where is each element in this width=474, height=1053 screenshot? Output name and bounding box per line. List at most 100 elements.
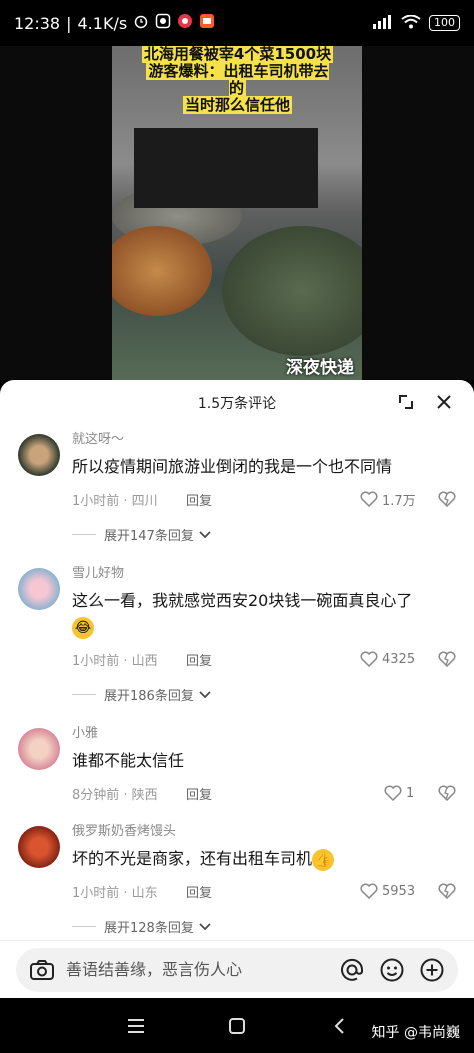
dislike-heart-icon (438, 491, 456, 507)
home-button[interactable] (225, 1014, 249, 1038)
expand-replies-button[interactable]: 展开186条回复 (72, 684, 456, 704)
comment-actions: 1.7万 (360, 490, 456, 509)
food-image (112, 226, 212, 316)
dislike-heart-icon (438, 651, 456, 667)
divider-line (72, 925, 96, 927)
comment-item: 就这呀～ 所以疫情期间旅游业倒闭的我是一个也不同情 1小时前 · 四川 回复 1… (0, 430, 474, 544)
comment-author[interactable]: 小雅 (72, 724, 456, 744)
comment-input-pill[interactable] (16, 947, 458, 992)
food-image (222, 226, 362, 356)
comment-meta: 8分钟前 · 陕西 回复 1 (72, 782, 456, 804)
chevron-down-icon (199, 923, 211, 931)
heart-icon (384, 785, 402, 801)
avatar[interactable] (18, 826, 60, 868)
alarm-icon (133, 13, 149, 33)
video-watermark: 深夜快递 (286, 358, 354, 378)
comment-text-body: 这么一看，我就感觉西安20块钱一碗面真良心了 (72, 591, 413, 610)
comment-meta: 1小时前 · 山东 回复 5953 (72, 880, 456, 902)
recent-apps-button[interactable] (124, 1014, 148, 1038)
dislike-button[interactable] (430, 883, 456, 899)
battery-icon: 100 (429, 15, 460, 31)
dislike-heart-icon (438, 883, 456, 899)
camera-icon (30, 959, 54, 980)
avatar[interactable] (18, 434, 60, 476)
expand-replies-label: 展开128条回复 (104, 920, 194, 936)
laughing-emoji-icon: 😂 (72, 616, 94, 639)
comment-actions: 4325 (360, 651, 456, 667)
video-player[interactable]: 北海用餐被宰4个菜1500块 游客爆料：出租车司机带去的 当时那么信任他 深夜快… (0, 46, 474, 380)
expand-replies-button[interactable]: 展开128条回复 (72, 916, 456, 936)
expand-replies-button[interactable]: 展开147条回复 (72, 524, 456, 544)
like-button[interactable]: 1.7万 (360, 490, 424, 509)
divider-line (72, 533, 96, 535)
comment-meta: 1小时前 · 山西 回复 4325 (72, 648, 456, 670)
minimize-icon (399, 395, 413, 409)
like-count: 1 (406, 785, 415, 801)
headline-line: 北海用餐被宰4个菜1500块 (141, 46, 334, 63)
reply-button[interactable]: 回复 (186, 784, 212, 803)
status-time: 12:38 (14, 13, 61, 33)
network-speed: 4.1K/s (77, 13, 128, 33)
menu-icon (128, 1019, 144, 1033)
like-button[interactable]: 1 (384, 785, 424, 801)
plus-icon (420, 958, 444, 981)
avatar[interactable] (18, 568, 60, 610)
comment-item: 雪儿好物 这么一看，我就感觉西安20块钱一碗面真良心了 😂 1小时前 · 山西 … (0, 564, 474, 704)
status-divider: | (66, 13, 72, 33)
like-count: 1.7万 (382, 493, 416, 509)
header-buttons (396, 392, 454, 412)
dislike-button[interactable] (430, 785, 456, 801)
comment-item: 俄罗斯奶香烤馒头 坏的不光是商家，还有出租车司机 👍 1小时前 · 山东 回复 5… (0, 822, 474, 936)
comment-actions: 1 (384, 785, 456, 801)
comment-input[interactable] (66, 960, 328, 979)
heart-icon (360, 491, 378, 507)
close-button[interactable] (434, 392, 454, 412)
comment-text-body: 坏的不光是商家，还有出租车司机 (72, 849, 313, 868)
signal-icon (371, 14, 393, 33)
comment-text: 谁都不能太信任 (72, 751, 185, 770)
comment-meta: 1小时前 · 四川 回复 1.7万 (72, 488, 456, 510)
comment-time-location: 1小时前 · 山东 (72, 885, 158, 901)
reply-button[interactable]: 回复 (186, 490, 212, 509)
divider-line (72, 693, 96, 695)
comment-author[interactable]: 就这呀～ (72, 430, 456, 450)
comment-input-bar (0, 940, 474, 998)
comment-time-location: 1小时前 · 山西 (72, 653, 158, 669)
comment-text: 坏的不光是商家，还有出租车司机 👍 (72, 846, 456, 872)
comment-author[interactable]: 俄罗斯奶香烤馒头 (72, 822, 456, 842)
thumbs-up-emoji-icon: 👍 (312, 848, 335, 871)
reply-button[interactable]: 回复 (186, 882, 212, 901)
add-button[interactable] (416, 954, 448, 986)
mention-button[interactable] (336, 954, 368, 986)
expand-replies-label: 展开147条回复 (104, 528, 194, 544)
at-icon (341, 958, 364, 981)
back-icon (334, 1018, 344, 1034)
comment-text: 这么一看，我就感觉西安20块钱一碗面真良心了 😂 (72, 588, 456, 640)
chevron-down-icon (199, 691, 211, 699)
home-icon (229, 1018, 245, 1034)
sheet-header: 1.5万条评论 (0, 380, 474, 426)
dislike-button[interactable] (430, 491, 456, 507)
avatar[interactable] (18, 728, 60, 770)
back-button[interactable] (327, 1014, 351, 1038)
comment-item: 小雅 谁都不能太信任 8分钟前 · 陕西 回复 1 (0, 724, 474, 804)
comment-author[interactable]: 雪儿好物 (72, 564, 456, 584)
emoji-icon (380, 958, 404, 981)
dislike-button[interactable] (430, 651, 456, 667)
like-count: 4325 (382, 651, 416, 667)
headline-line: 游客爆料：出租车司机带去的 (146, 62, 329, 97)
headline-line: 当时那么信任他 (182, 96, 292, 114)
emoji-button[interactable] (376, 954, 408, 986)
comment-actions: 5953 (360, 883, 456, 899)
like-button[interactable]: 4325 (360, 651, 424, 667)
heart-icon (360, 651, 378, 667)
close-icon (437, 395, 451, 409)
like-button[interactable]: 5953 (360, 883, 424, 899)
heart-icon (360, 883, 378, 899)
redaction-block (134, 128, 318, 208)
minimize-button[interactable] (396, 392, 416, 412)
camera-button[interactable] (26, 954, 58, 986)
video-headline: 北海用餐被宰4个菜1500块 游客爆料：出租车司机带去的 当时那么信任他 (140, 46, 335, 114)
reply-button[interactable]: 回复 (186, 650, 212, 669)
wifi-icon (401, 14, 421, 33)
